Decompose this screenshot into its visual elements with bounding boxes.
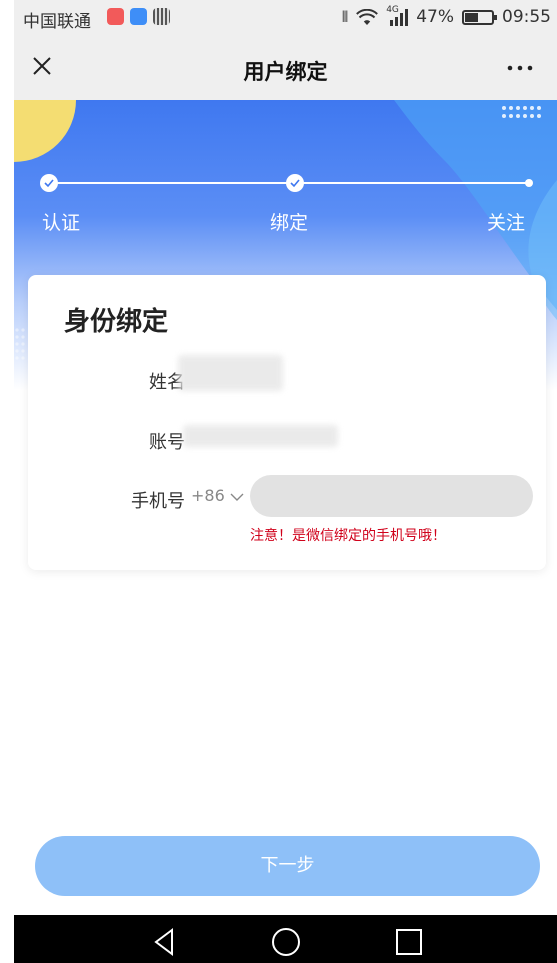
step-check-icon: [40, 174, 58, 192]
account-value-blurred: [183, 425, 338, 447]
status-bar: 中国联通 ⫴ 4G 47% 09:55: [14, 0, 557, 36]
name-label: 姓名: [149, 372, 185, 393]
country-code-select[interactable]: +86: [191, 486, 244, 505]
account-label: 账号: [149, 432, 185, 453]
blue-app-icon: [130, 8, 147, 25]
qr-app-icon: [153, 8, 170, 25]
signal-icon: 4G: [386, 5, 409, 26]
step-dot-icon: [525, 179, 533, 187]
red-app-icon: [107, 8, 124, 25]
step-follow: 关注: [487, 212, 526, 234]
next-button[interactable]: 下一步: [35, 836, 540, 896]
phone-warning: 注意！是微信绑定的手机号哦！: [250, 528, 446, 544]
phone-screen: 中国联通 ⫴ 4G 47% 09:55 用户绑定 认证 绑定 关注 身份绑定 姓…: [14, 0, 557, 963]
name-value-blurred: [178, 355, 283, 391]
step-check-icon: [286, 174, 304, 192]
wifi-icon: [356, 8, 379, 25]
notification-icons: [107, 8, 170, 25]
binding-card: 身份绑定 姓名 账号 手机号 +86 注意！是微信绑定的手机号哦！: [28, 275, 546, 570]
battery-icon: [462, 9, 497, 25]
status-right: ⫴ 4G 47% 09:55: [341, 5, 551, 28]
step-verify: 认证: [42, 212, 81, 234]
progress-line: [40, 174, 533, 192]
step-bind: 绑定: [270, 212, 309, 234]
carrier-name: 中国联通: [23, 12, 91, 32]
chevron-down-icon: [230, 493, 244, 501]
system-nav-bar: [14, 915, 557, 963]
clock: 09:55: [502, 7, 551, 27]
more-icon[interactable]: [505, 58, 535, 78]
battery-percent: 47%: [416, 7, 454, 27]
country-code: +86: [191, 486, 225, 505]
card-title: 身份绑定: [64, 307, 169, 337]
back-icon[interactable]: [150, 927, 180, 957]
home-icon[interactable]: [271, 927, 301, 957]
page-title: 用户绑定: [243, 60, 328, 84]
recents-icon[interactable]: [394, 927, 424, 957]
vibrate-icon: ⫴: [341, 8, 349, 26]
left-margin: [0, 0, 14, 963]
phone-label: 手机号: [131, 491, 185, 512]
phone-input[interactable]: [250, 475, 533, 517]
nav-bar: 用户绑定: [14, 36, 557, 100]
